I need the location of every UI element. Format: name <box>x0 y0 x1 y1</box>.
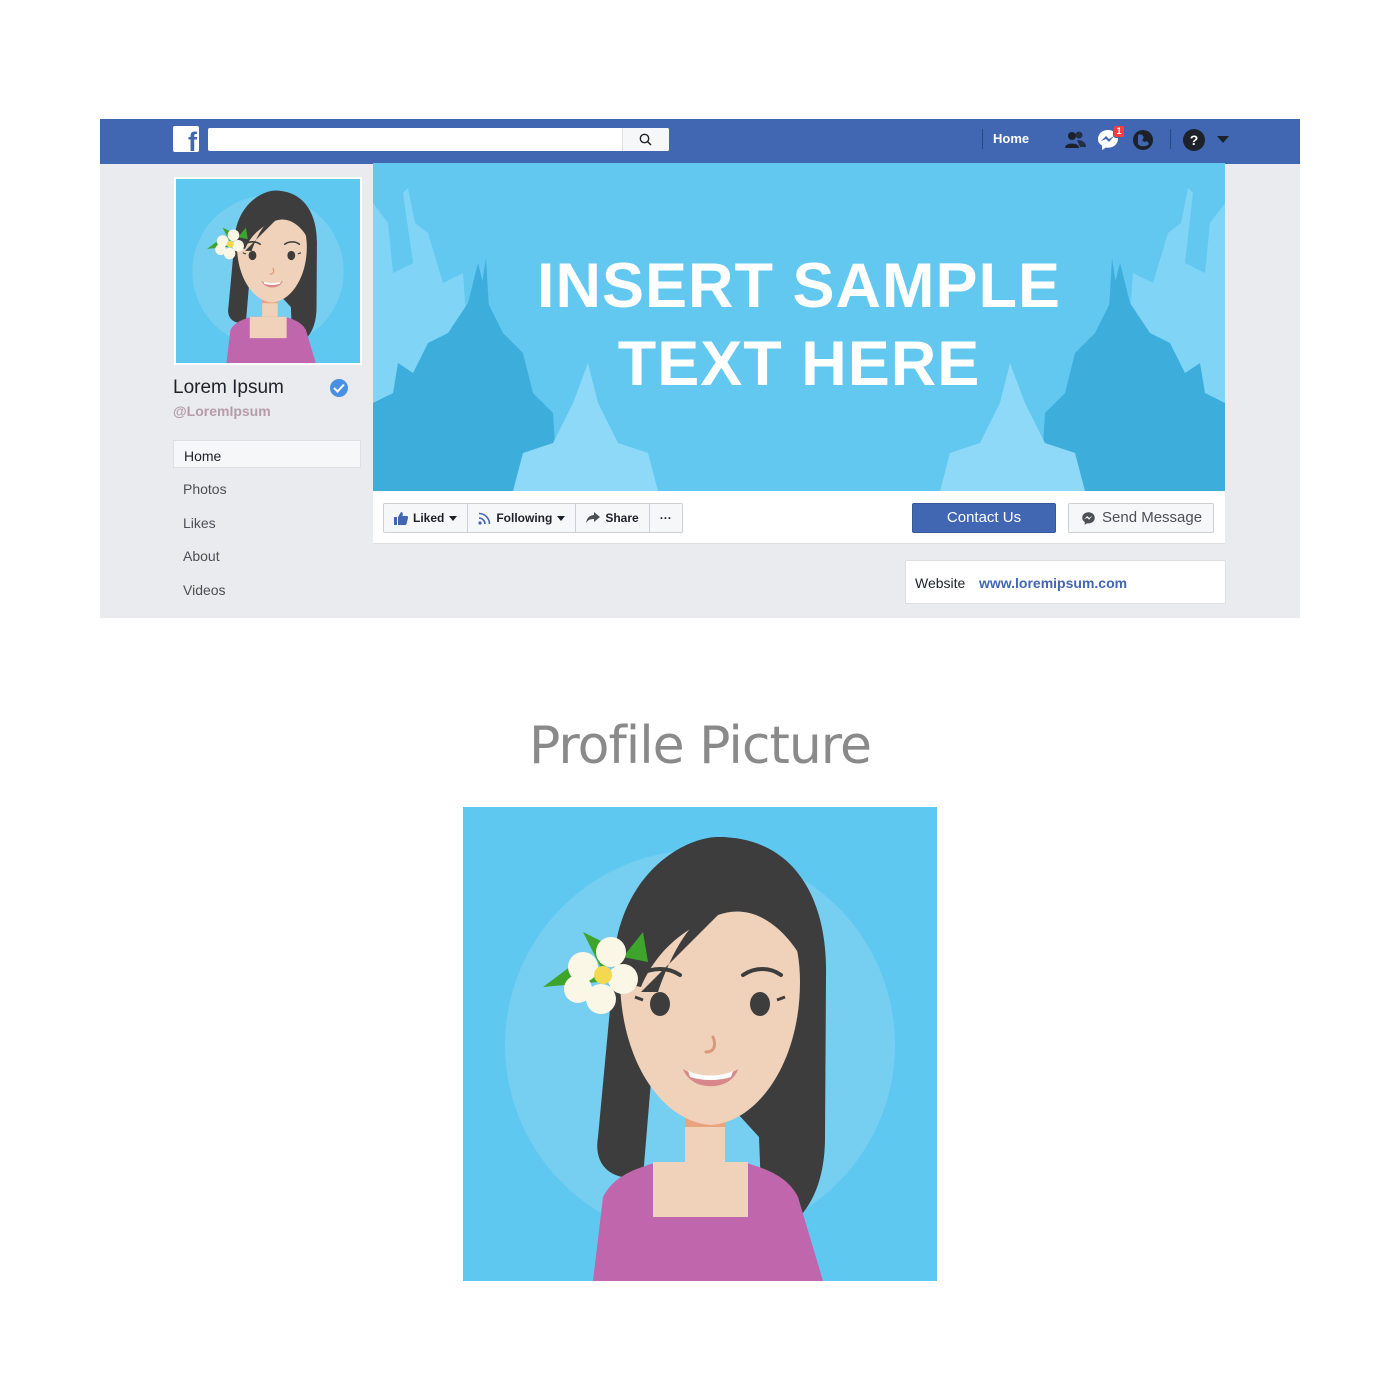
search-input[interactable] <box>208 128 669 151</box>
more-options-icon: ··· <box>659 511 672 525</box>
liked-label: Liked <box>413 511 445 525</box>
website-link[interactable]: www.loremipsum.com <box>979 575 1127 591</box>
cover-headline-line2: TEXT HERE <box>617 329 981 399</box>
facebook-page-mockup: f Home 1 ? Lorem Ipsum @LoremIpsum Home … <box>100 119 1300 618</box>
cover-headline: INSERT SAMPLE TEXT HERE <box>373 247 1225 403</box>
cover-headline-line1: INSERT SAMPLE <box>536 251 1062 321</box>
profile-picture-large <box>463 807 937 1281</box>
profile-picture-thumbnail[interactable] <box>174 177 362 365</box>
send-message-button[interactable]: Send Message <box>1068 503 1214 533</box>
contact-us-button[interactable]: Contact Us <box>912 503 1056 533</box>
page-actions-group: Liked Following Share ··· <box>383 503 683 533</box>
nav-home-link[interactable]: Home <box>993 131 1029 146</box>
sidebar-item-likes[interactable]: Likes <box>173 507 361 541</box>
globe-icon[interactable] <box>1131 128 1155 152</box>
sidebar-item-videos[interactable]: Videos <box>173 574 361 608</box>
chevron-down-icon <box>449 515 458 521</box>
avatar-illustration <box>176 179 360 363</box>
sidebar-item-about[interactable]: About <box>173 540 361 574</box>
section-title: Profile Picture <box>528 716 872 776</box>
page-name[interactable]: Lorem Ipsum <box>173 377 284 399</box>
page-handle[interactable]: @LoremIpsum <box>173 403 271 419</box>
sidebar-item-home[interactable]: Home <box>173 440 361 468</box>
following-label: Following <box>496 511 553 525</box>
friends-icon[interactable] <box>1063 128 1087 152</box>
messenger-icon <box>1082 512 1095 525</box>
nav-divider <box>982 129 983 149</box>
share-label: Share <box>605 511 639 525</box>
chevron-down-icon <box>557 515 566 521</box>
thumbs-up-icon <box>394 511 408 525</box>
website-label: Website <box>915 575 966 591</box>
sidebar-nav: Home Photos Likes About Videos <box>173 440 361 607</box>
rss-feed-icon <box>478 512 491 525</box>
cover-photo[interactable]: INSERT SAMPLE TEXT HERE <box>373 163 1225 491</box>
more-options-button[interactable]: ··· <box>650 504 682 532</box>
nav-divider <box>1170 129 1171 149</box>
chevron-down-icon[interactable] <box>1217 136 1229 143</box>
avatar-illustration <box>463 807 937 1281</box>
search-icon <box>639 133 652 146</box>
website-info-card: Website www.loremipsum.com <box>905 560 1226 604</box>
search-button[interactable] <box>622 128 669 151</box>
facebook-logo-icon[interactable]: f <box>173 126 199 156</box>
verified-badge-icon <box>330 379 348 397</box>
top-navigation-bar: f Home 1 ? <box>100 119 1300 164</box>
sidebar-item-photos[interactable]: Photos <box>173 473 361 507</box>
send-message-label: Send Message <box>1102 509 1203 526</box>
following-button[interactable]: Following <box>468 504 577 532</box>
share-button[interactable]: Share <box>576 504 650 532</box>
notification-badge: 1 <box>1113 125 1125 138</box>
liked-button[interactable]: Liked <box>384 504 469 532</box>
share-arrow-icon <box>586 512 601 523</box>
help-icon[interactable]: ? <box>1183 129 1205 151</box>
page-action-bar: Liked Following Share ··· Contact Us Sen… <box>373 491 1225 544</box>
